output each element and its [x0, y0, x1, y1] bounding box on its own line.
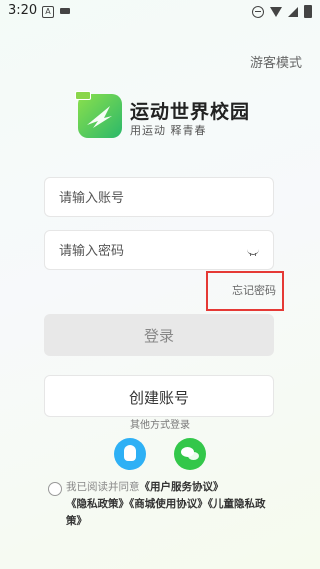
- create-account-button[interactable]: 创建账号: [44, 375, 274, 417]
- app-name: 运动世界校园: [130, 101, 251, 123]
- logo-bird-icon: [87, 106, 112, 128]
- guest-mode-link[interactable]: 游客模式: [250, 52, 302, 71]
- password-field[interactable]: [44, 230, 274, 271]
- qq-login-button[interactable]: [114, 438, 146, 470]
- other-login-label: 其他方式登录: [130, 420, 190, 431]
- wechat-bubble-icon: [188, 452, 199, 460]
- mall-agreement-link[interactable]: 《商城使用协议》: [129, 498, 208, 510]
- do-not-disturb-icon: [252, 5, 264, 18]
- forgot-password-highlight: 忘记密码: [206, 271, 284, 311]
- keyboard-icon: [60, 8, 70, 14]
- wechat-login-button[interactable]: [174, 438, 206, 470]
- app-logo: [75, 91, 122, 138]
- user-service-agreement-link[interactable]: 《用户服务协议》: [140, 481, 224, 493]
- agreement-text: 我已阅读并同意《用户服务协议》《隐私政策》《商城使用协议》《儿童隐私政策》: [66, 479, 280, 530]
- account-field[interactable]: [44, 177, 274, 218]
- agreement-checkbox[interactable]: [48, 482, 62, 496]
- login-button[interactable]: 登录: [44, 314, 274, 356]
- wifi-icon: [270, 6, 282, 17]
- password-input[interactable]: [57, 231, 241, 271]
- logo-badge: [75, 91, 91, 100]
- status-icons: [252, 5, 312, 18]
- privacy-policy-link[interactable]: 《隐私政策》: [66, 498, 129, 510]
- app-slogan: 用运动 释青春: [130, 124, 207, 137]
- forgot-password-link[interactable]: 忘记密码: [232, 282, 276, 298]
- a-notification-icon: A: [42, 6, 54, 18]
- battery-icon: [304, 5, 312, 18]
- eye-closed-icon[interactable]: [247, 248, 259, 256]
- qq-icon: [124, 445, 136, 461]
- status-bar: 3:20 A: [0, 0, 320, 24]
- status-time: 3:20: [8, 3, 38, 18]
- agreement-prefix: 我已阅读并同意: [66, 481, 140, 493]
- signal-icon: [288, 6, 298, 17]
- account-input[interactable]: [57, 178, 241, 218]
